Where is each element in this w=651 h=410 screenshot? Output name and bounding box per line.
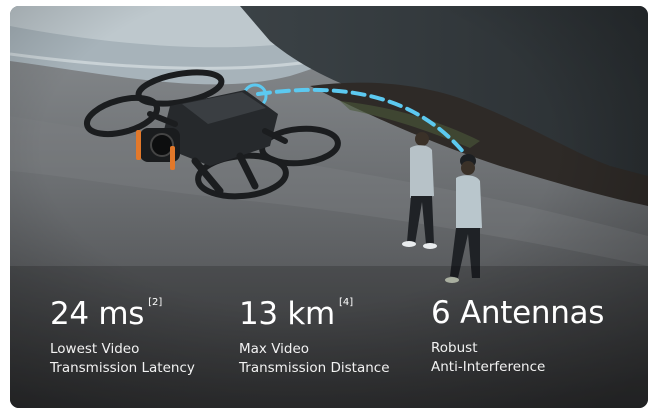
feature-card: 24 ms [2] Lowest Video Transmission Laten… <box>10 6 648 408</box>
product-photo <box>10 6 648 408</box>
